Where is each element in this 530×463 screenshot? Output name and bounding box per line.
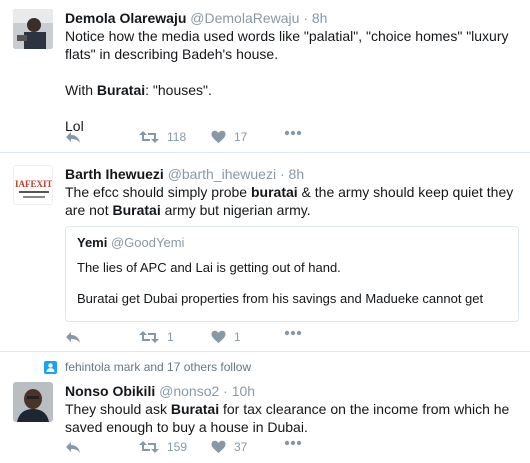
more-button[interactable] [284, 440, 302, 446]
retweet-count: 118 [167, 130, 187, 144]
separator: · [279, 166, 285, 182]
like-icon [211, 330, 226, 343]
tweet-actions: 1 1 [65, 330, 365, 348]
follow-context-text[interactable]: fehintola mark and 17 others follow [65, 360, 251, 374]
tweet[interactable]: IAFEXIT Barth Ihewuezi @barth_ihewuezi ·… [0, 152, 530, 352]
tweet-actions: 118 17 [65, 130, 365, 148]
author-handle[interactable]: @nonso2 [159, 383, 219, 399]
follow-context[interactable]: fehintola mark and 17 others follow [44, 360, 251, 374]
more-button[interactable] [284, 330, 302, 336]
keyword-highlight: buratai [250, 184, 298, 200]
reply-icon [66, 332, 80, 343]
avatar[interactable] [13, 382, 53, 422]
keyword-highlight: Buratai [170, 401, 220, 417]
author-handle[interactable]: @DemolaRewaju [190, 10, 299, 26]
tweet-text: They should ask Buratai for tax clearanc… [65, 401, 510, 435]
tweet-actions: 159 37 [65, 440, 365, 458]
retweet-icon [139, 131, 159, 143]
more-button[interactable] [284, 130, 302, 136]
timestamp[interactable]: 8h [312, 10, 328, 26]
reply-icon [66, 132, 80, 143]
reply-button[interactable] [65, 130, 81, 144]
retweet-icon [139, 441, 159, 453]
avatar-logo-text: IAFEXIT [15, 179, 53, 189]
like-icon [211, 440, 226, 453]
like-button[interactable]: 17 [211, 130, 247, 144]
tweet-text: Notice how the media used words like "pa… [65, 27, 520, 135]
author-name[interactable]: Demola Olarewaju [65, 10, 186, 26]
tweet-text-line: Notice how the media used words like "pa… [65, 28, 509, 62]
like-count: 1 [234, 330, 241, 344]
reply-icon [66, 442, 80, 453]
quoted-text-line: The lies of APC and Lai is getting out o… [77, 260, 341, 275]
like-button[interactable]: 37 [211, 440, 247, 454]
quoted-text-line: Buratai get Dubai properties from his sa… [77, 291, 484, 306]
retweet-count: 159 [167, 440, 188, 454]
author-handle[interactable]: @barth_ihewuezi [168, 166, 276, 182]
more-icon [284, 330, 302, 336]
more-icon [284, 440, 302, 446]
retweet-button[interactable]: 1 [139, 330, 174, 344]
like-count: 37 [234, 440, 248, 454]
follow-context-icon [44, 360, 57, 374]
tweet-text: The efcc should simply probe buratai & t… [65, 184, 514, 218]
quoted-author-name[interactable]: Yemi [77, 235, 107, 250]
tweet-text-line: With Buratai: "houses". [65, 82, 212, 98]
more-icon [284, 130, 302, 136]
like-count: 17 [234, 130, 248, 144]
tweet[interactable]: Nonso Obikili @nonso2 · 10h They should … [0, 374, 530, 463]
separator: · [303, 10, 308, 26]
reply-button[interactable] [65, 440, 81, 454]
retweet-button[interactable]: 118 [139, 130, 186, 144]
reply-button[interactable] [65, 330, 81, 344]
quoted-tweet[interactable]: Yemi @GoodYemi The lies of APC and Lai i… [65, 226, 519, 322]
separator: · [223, 383, 228, 399]
retweet-icon [139, 331, 159, 343]
like-icon [211, 130, 226, 143]
keyword-highlight: Buratai [112, 202, 161, 218]
retweet-button[interactable]: 159 [139, 440, 187, 454]
like-button[interactable]: 1 [211, 330, 241, 344]
author-name[interactable]: Nonso Obikili [65, 383, 155, 399]
tweet[interactable]: Demola Olarewaju @DemolaRewaju · 8h Noti… [0, 0, 530, 153]
retweet-count: 1 [167, 330, 174, 344]
timestamp[interactable]: 10h [232, 383, 255, 399]
avatar[interactable]: IAFEXIT [13, 165, 53, 205]
keyword-highlight: Buratai [96, 82, 146, 98]
timestamp[interactable]: 8h [289, 166, 305, 182]
avatar[interactable] [13, 9, 53, 49]
author-name[interactable]: Barth Ihewuezi [65, 166, 164, 182]
quoted-author-handle[interactable]: @GoodYemi [111, 235, 184, 250]
